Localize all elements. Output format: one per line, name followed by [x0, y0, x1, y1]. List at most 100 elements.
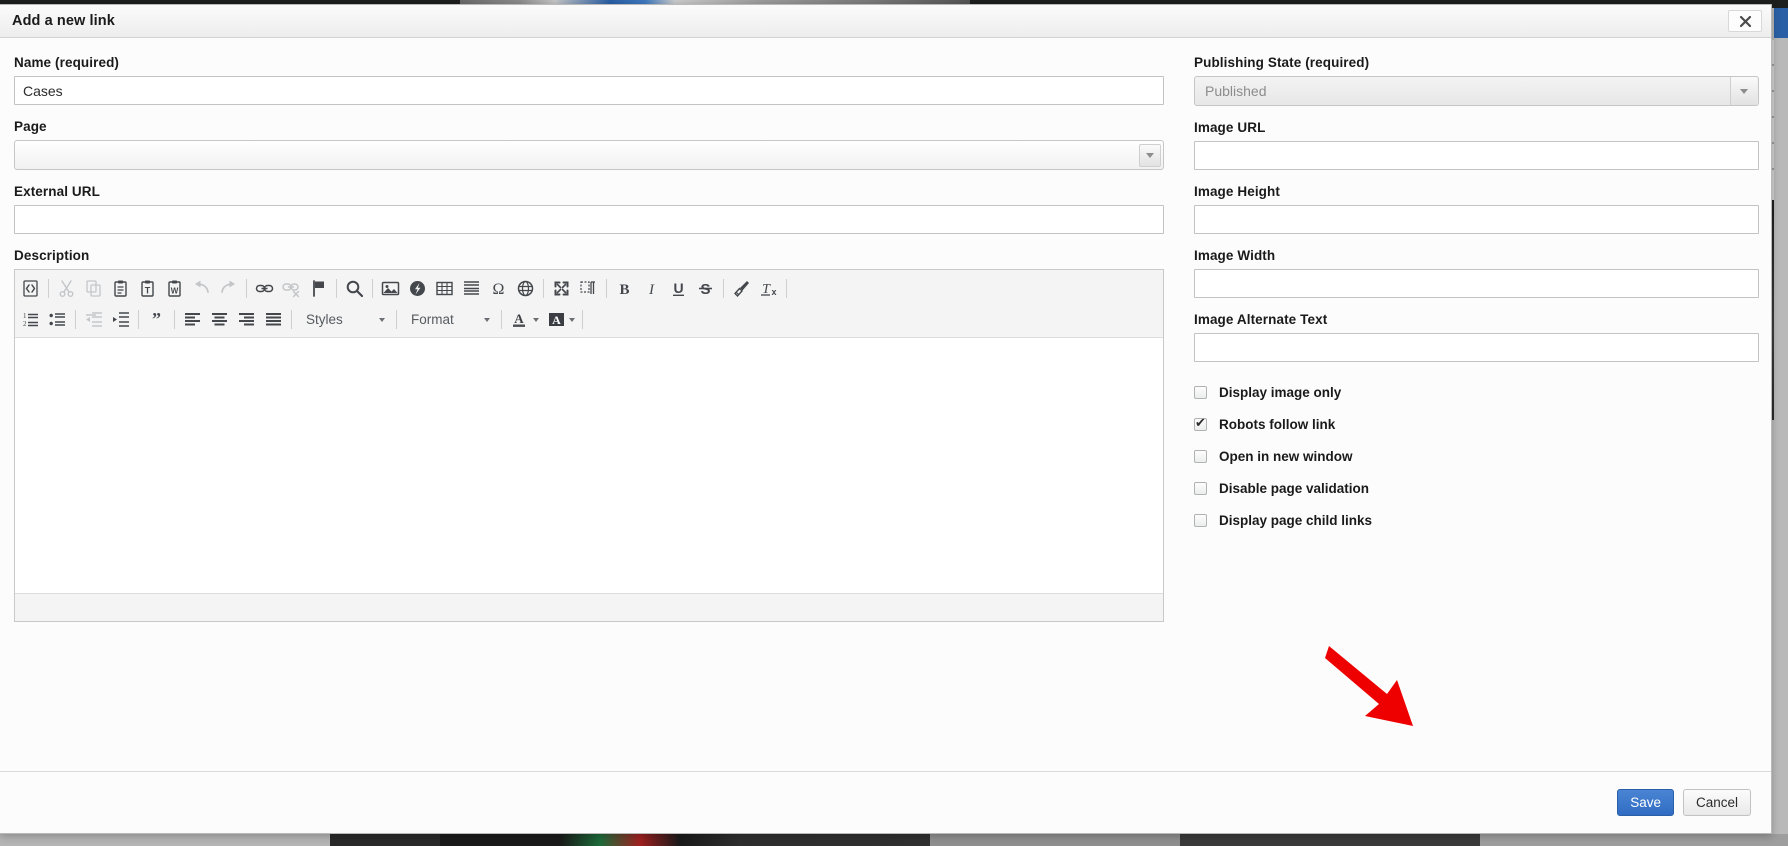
- image-url-input[interactable]: [1194, 141, 1759, 170]
- image-icon[interactable]: [377, 276, 404, 301]
- styles-dropdown[interactable]: Styles: [298, 308, 390, 332]
- svg-text:2: 2: [23, 320, 27, 328]
- special-char-icon[interactable]: Ω: [485, 276, 512, 301]
- toolbar-separator: [501, 310, 502, 329]
- bold-icon[interactable]: B: [611, 276, 638, 301]
- checkbox-icon[interactable]: [1194, 481, 1207, 495]
- align-justify-icon[interactable]: [260, 307, 287, 332]
- horizontal-rule-icon[interactable]: [458, 276, 485, 301]
- field-external-url: External URL: [14, 184, 1164, 234]
- close-icon[interactable]: [1728, 10, 1762, 32]
- source-icon[interactable]: [17, 276, 44, 301]
- toolbar-separator: [246, 279, 247, 298]
- editor-statusbar: [15, 593, 1163, 621]
- checkbox-icon[interactable]: [1194, 449, 1207, 463]
- dialog-body: Name (required) Page External URL: [0, 39, 1771, 771]
- toolbar-separator: [174, 310, 175, 329]
- anchor-flag-icon[interactable]: [305, 276, 332, 301]
- increase-indent-icon[interactable]: [107, 307, 134, 332]
- editor-toolbar: T W Ω B I U S T x 1 2 ” Styles Format A …: [15, 270, 1163, 338]
- iframe-globe-icon[interactable]: [512, 276, 539, 301]
- checkbox-robots-follow-link[interactable]: Robots follow link: [1194, 408, 1759, 440]
- toolbar-separator: [582, 310, 583, 329]
- align-center-icon[interactable]: [206, 307, 233, 332]
- search-icon[interactable]: [341, 276, 368, 301]
- image-alt-text-input[interactable]: [1194, 333, 1759, 362]
- background-color-button[interactable]: A: [542, 307, 578, 332]
- publishing-state-select[interactable]: Published: [1194, 76, 1759, 106]
- page-select-dropdown-button[interactable]: [1139, 143, 1161, 167]
- remove-format-icon[interactable]: Tx: [755, 276, 782, 301]
- checkbox-open-in-new-window[interactable]: Open in new window: [1194, 440, 1759, 472]
- toolbar-separator: [786, 279, 787, 298]
- field-page: Page: [14, 119, 1164, 170]
- bulleted-list-icon[interactable]: [44, 307, 71, 332]
- page-select[interactable]: [14, 140, 1164, 170]
- undo-icon[interactable]: [188, 276, 215, 301]
- svg-text:A: A: [552, 313, 561, 327]
- checkbox-display-image-only[interactable]: Display image only: [1194, 376, 1759, 408]
- text-color-icon: A: [513, 311, 525, 327]
- align-left-icon[interactable]: [179, 307, 206, 332]
- name-input[interactable]: [14, 76, 1164, 105]
- chevron-down-icon: [569, 317, 575, 322]
- toolbar-separator: [291, 310, 292, 329]
- svg-text:W: W: [171, 287, 179, 296]
- field-name: Name (required): [14, 55, 1164, 105]
- checkbox-label: Open in new window: [1219, 448, 1353, 464]
- description-label: Description: [14, 248, 90, 263]
- align-right-icon[interactable]: [233, 307, 260, 332]
- italic-icon[interactable]: I: [638, 276, 665, 301]
- publishing-state-dropdown-button[interactable]: [1730, 77, 1757, 105]
- maximize-icon[interactable]: [548, 276, 575, 301]
- checkbox-icon[interactable]: [1194, 513, 1207, 527]
- unlink-icon[interactable]: [278, 276, 305, 301]
- publishing-state-label: Publishing State (required): [1194, 55, 1370, 70]
- description-editor-body[interactable]: [15, 338, 1163, 593]
- svg-text:B: B: [619, 282, 629, 298]
- image-height-input[interactable]: [1194, 205, 1759, 234]
- toolbar-separator: [396, 310, 397, 329]
- checkbox-disable-page-validation[interactable]: Disable page validation: [1194, 472, 1759, 504]
- copy-formatting-brush-icon[interactable]: [728, 276, 755, 301]
- underline-icon[interactable]: U: [665, 276, 692, 301]
- toolbar-separator: [543, 279, 544, 298]
- external-url-input[interactable]: [14, 205, 1164, 234]
- svg-text:S: S: [700, 281, 710, 298]
- field-description: Description T W Ω B I U S T x 1 2 ” Styl…: [14, 248, 1164, 622]
- decrease-indent-icon[interactable]: [80, 307, 107, 332]
- paste-icon[interactable]: [107, 276, 134, 301]
- image-width-input[interactable]: [1194, 269, 1759, 298]
- text-color-button[interactable]: A: [506, 307, 542, 332]
- cancel-button[interactable]: Cancel: [1682, 789, 1751, 816]
- svg-text:T: T: [145, 286, 151, 296]
- background-right-blue-tab: [1774, 8, 1788, 38]
- paste-as-text-icon[interactable]: T: [134, 276, 161, 301]
- blockquote-icon[interactable]: ”: [143, 307, 170, 332]
- format-dropdown[interactable]: Format: [403, 308, 495, 332]
- show-blocks-icon[interactable]: [575, 276, 602, 301]
- chevron-down-icon: [1740, 88, 1748, 94]
- link-icon[interactable]: [251, 276, 278, 301]
- redo-icon[interactable]: [215, 276, 242, 301]
- strikethrough-icon[interactable]: S: [692, 276, 719, 301]
- checkbox-display-page-child-links[interactable]: Display page child links: [1194, 504, 1759, 536]
- checkbox-label: Display image only: [1219, 384, 1342, 400]
- cut-icon[interactable]: [53, 276, 80, 301]
- image-width-label: Image Width: [1194, 248, 1276, 263]
- dialog-titlebar: Add a new link: [0, 5, 1771, 38]
- field-publishing-state: Publishing State (required) Published: [1194, 55, 1759, 106]
- save-button[interactable]: Save: [1617, 789, 1674, 816]
- checkbox-group: Display image only Robots follow link Op…: [1194, 376, 1759, 536]
- table-icon[interactable]: [431, 276, 458, 301]
- flash-icon[interactable]: [404, 276, 431, 301]
- toolbar-separator: [48, 279, 49, 298]
- field-image-url: Image URL: [1194, 120, 1759, 170]
- checkbox-icon[interactable]: [1194, 385, 1207, 399]
- background-bottom-strip: [0, 834, 1788, 846]
- numbered-list-icon[interactable]: 12: [17, 307, 44, 332]
- right-column: Publishing State (required) Published Im…: [1194, 55, 1759, 636]
- checkbox-icon-checked[interactable]: [1194, 415, 1207, 431]
- paste-from-word-icon[interactable]: W: [161, 276, 188, 301]
- copy-icon[interactable]: [80, 276, 107, 301]
